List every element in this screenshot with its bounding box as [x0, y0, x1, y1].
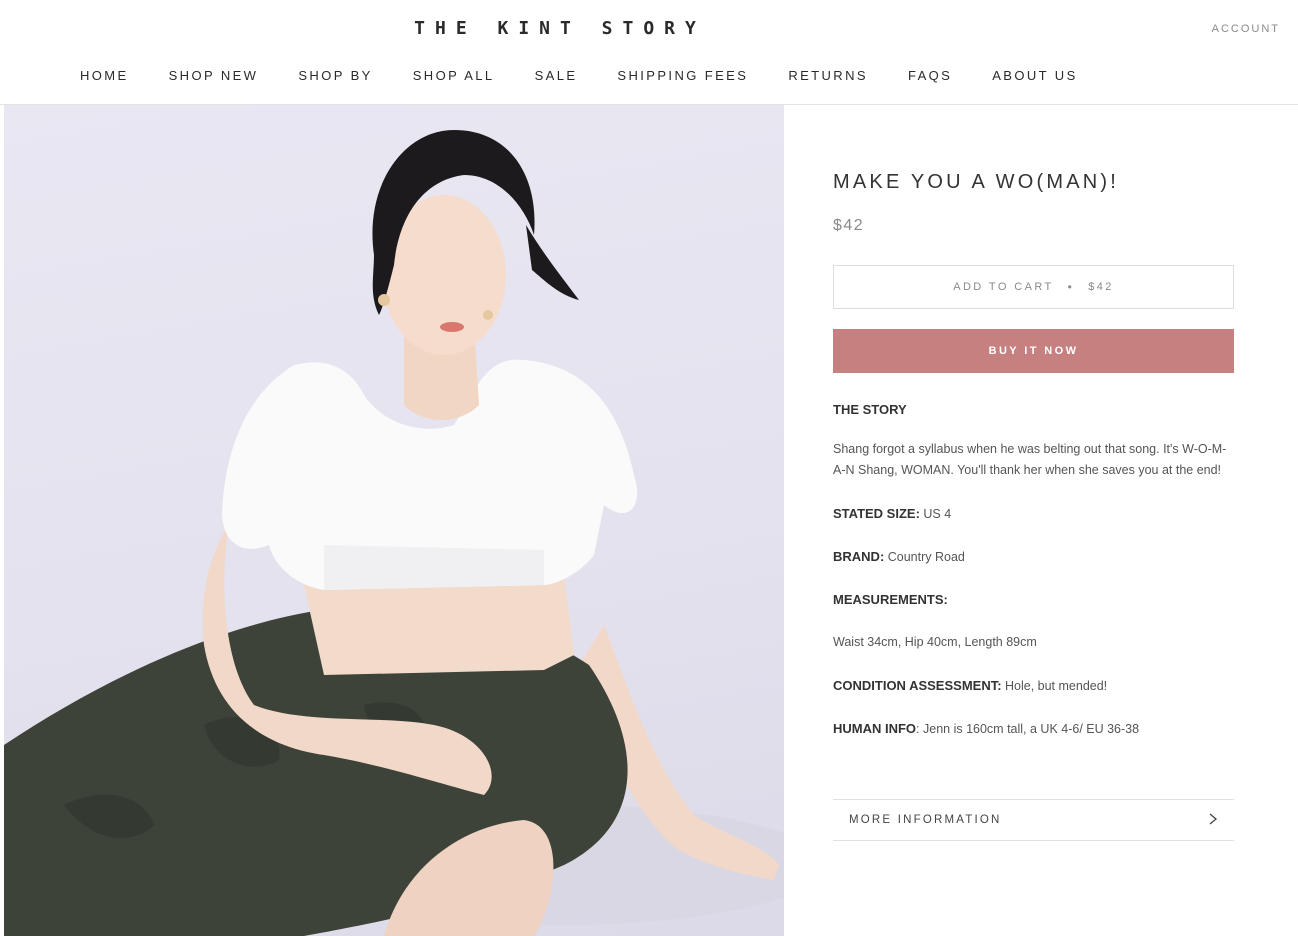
nav-item-shop-all[interactable]: SHOP ALL [413, 68, 495, 83]
add-to-cart-label: ADD TO CART [953, 281, 1054, 293]
nav-item-shop-new[interactable]: SHOP NEW [169, 68, 259, 83]
chevron-right-icon [1208, 812, 1218, 828]
nav-item-home[interactable]: HOME [80, 68, 129, 83]
nav-item-about-us[interactable]: ABOUT US [992, 68, 1077, 83]
main-nav: HOME SHOP NEW SHOP BY SHOP ALL SALE SHIP… [60, 68, 1098, 83]
nav-item-faqs[interactable]: FAQS [908, 68, 952, 83]
nav-item-returns[interactable]: RETURNS [788, 68, 868, 83]
product-price: $42 [833, 217, 865, 234]
buy-it-now-label: BUY IT NOW [988, 345, 1079, 357]
nav-item-shop-by[interactable]: SHOP BY [298, 68, 372, 83]
product-description: THE STORY Shang forgot a syllabus when h… [833, 399, 1228, 740]
add-to-cart-button[interactable]: ADD TO CART • $42 [833, 265, 1234, 309]
nav-item-sale[interactable]: SALE [535, 68, 578, 83]
separator-dot: • [1067, 280, 1075, 294]
stated-size-value: US 4 [919, 507, 952, 521]
site-header: THE KINT STORY ACCOUNT HOME SHOP NEW SHO… [0, 0, 1298, 105]
human-info-value: : Jenn is 160cm tall, a UK 4-6/ EU 36-38 [916, 722, 1140, 736]
brand-label: BRAND: [833, 549, 885, 564]
nav-item-shipping-fees[interactable]: SHIPPING FEES [617, 68, 748, 83]
story-heading: THE STORY [833, 402, 907, 417]
account-link[interactable]: ACCOUNT [1212, 23, 1280, 35]
product-title: MAKE YOU A WO(MAN)! [833, 171, 1120, 193]
more-information-label: MORE INFORMATION [849, 814, 1002, 826]
add-to-cart-price: $42 [1088, 281, 1114, 293]
measurements-value: Waist 34cm, Hip 40cm, Length 89cm [833, 635, 1037, 649]
condition-value: Hole, but mended! [1001, 679, 1108, 693]
measurements-label: MEASUREMENTS: [833, 592, 948, 607]
human-info-label: HUMAN INFO [833, 721, 917, 736]
condition-label: CONDITION ASSESSMENT: [833, 678, 1002, 693]
stated-size-label: STATED SIZE: [833, 506, 920, 521]
model-illustration [4, 130, 784, 936]
product-image[interactable] [4, 105, 784, 936]
buy-it-now-button[interactable]: BUY IT NOW [833, 329, 1234, 373]
brand-value: Country Road [884, 550, 965, 564]
site-logo[interactable]: THE KINT STORY [0, 18, 1120, 39]
story-text: Shang forgot a syllabus when he was belt… [833, 442, 1227, 477]
more-information-toggle[interactable]: MORE INFORMATION [833, 799, 1234, 841]
